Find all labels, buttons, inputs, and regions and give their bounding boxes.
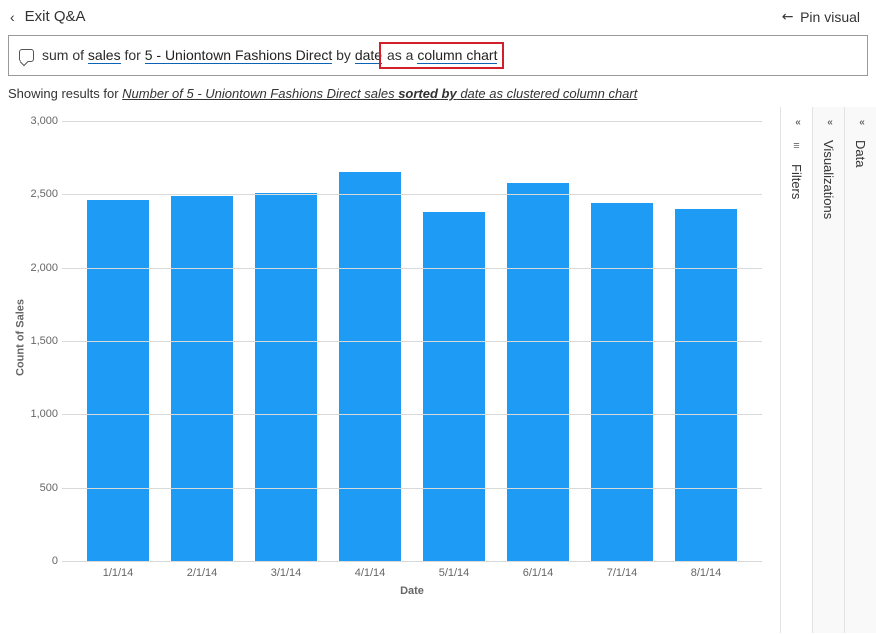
x-tick-label: 6/1/14 bbox=[507, 567, 569, 579]
query-row: sum of sales for 5 - Uniontown Fashions … bbox=[0, 35, 876, 76]
y-tick-label: 2,500 bbox=[18, 188, 58, 200]
results-description: Showing results for Number of 5 - Uniont… bbox=[0, 76, 876, 107]
bar[interactable] bbox=[507, 183, 569, 561]
bar[interactable] bbox=[339, 172, 401, 561]
y-tick-label: 1,500 bbox=[18, 335, 58, 347]
side-panels: « ≡ Filters « Visualizations « Data bbox=[780, 107, 876, 633]
qna-header: ‹ Exit Q&A ↙ Pin visual bbox=[0, 0, 876, 35]
gridline bbox=[62, 121, 762, 122]
chevron-left-icon: ‹ bbox=[10, 9, 15, 25]
gridline bbox=[62, 268, 762, 269]
results-prefix: Showing results for bbox=[8, 86, 122, 101]
x-tick-label: 4/1/14 bbox=[339, 567, 401, 579]
x-tick-label: 5/1/14 bbox=[423, 567, 485, 579]
pin-visual-label: Pin visual bbox=[800, 9, 860, 25]
chart-plot: 05001,0001,5002,0002,5003,000 bbox=[62, 121, 762, 561]
query-highlight-box: as a column chart bbox=[379, 42, 504, 69]
y-tick-label: 0 bbox=[18, 555, 58, 567]
gridline bbox=[62, 561, 762, 562]
x-tick-label: 3/1/14 bbox=[255, 567, 317, 579]
exit-qna-button[interactable]: ‹ Exit Q&A bbox=[10, 8, 86, 25]
data-panel-label: Data bbox=[853, 140, 868, 167]
collapse-icon: « bbox=[859, 117, 862, 128]
x-tick-label: 8/1/14 bbox=[675, 567, 737, 579]
bar[interactable] bbox=[255, 193, 317, 561]
main-area: Count of Sales 05001,0001,5002,0002,5003… bbox=[0, 107, 876, 633]
x-tick-label: 2/1/14 bbox=[171, 567, 233, 579]
speech-bubble-icon bbox=[19, 49, 34, 62]
chart-area[interactable]: Count of Sales 05001,0001,5002,0002,5003… bbox=[0, 107, 780, 633]
bar[interactable] bbox=[591, 203, 653, 561]
gridline bbox=[62, 488, 762, 489]
data-panel-toggle[interactable]: « Data bbox=[844, 107, 876, 633]
collapse-icon: « bbox=[827, 117, 830, 128]
filters-panel-label: Filters bbox=[789, 164, 804, 199]
query-text: sum of sales for 5 - Uniontown Fashions … bbox=[42, 42, 504, 69]
filters-panel-toggle[interactable]: « ≡ Filters bbox=[780, 107, 812, 633]
gridline bbox=[62, 341, 762, 342]
pin-icon: ↙ bbox=[778, 6, 798, 26]
y-tick-label: 2,000 bbox=[18, 262, 58, 274]
visualizations-panel-toggle[interactable]: « Visualizations bbox=[812, 107, 844, 633]
y-tick-label: 1,000 bbox=[18, 408, 58, 420]
x-tick-label: 1/1/14 bbox=[87, 567, 149, 579]
pin-visual-button[interactable]: ↙ Pin visual bbox=[782, 8, 860, 25]
y-tick-label: 3,000 bbox=[18, 115, 58, 127]
qna-query-input[interactable]: sum of sales for 5 - Uniontown Fashions … bbox=[8, 35, 868, 76]
bar[interactable] bbox=[171, 196, 233, 561]
results-link[interactable]: Number of 5 - Uniontown Fashions Direct … bbox=[122, 86, 637, 101]
y-tick-label: 500 bbox=[18, 482, 58, 494]
collapse-icon: « bbox=[795, 117, 798, 128]
bar[interactable] bbox=[423, 212, 485, 561]
x-tick-label: 7/1/14 bbox=[591, 567, 653, 579]
x-axis-title: Date bbox=[62, 585, 762, 597]
visualizations-panel-label: Visualizations bbox=[821, 140, 836, 219]
bar[interactable] bbox=[87, 200, 149, 561]
x-axis-labels: 1/1/14 2/1/14 3/1/14 4/1/14 5/1/14 6/1/14 7/1/… bbox=[62, 561, 762, 579]
bar[interactable] bbox=[675, 209, 737, 561]
filter-icon: ≡ bbox=[793, 140, 799, 152]
gridline bbox=[62, 414, 762, 415]
exit-qna-label: Exit Q&A bbox=[25, 8, 86, 25]
gridline bbox=[62, 194, 762, 195]
